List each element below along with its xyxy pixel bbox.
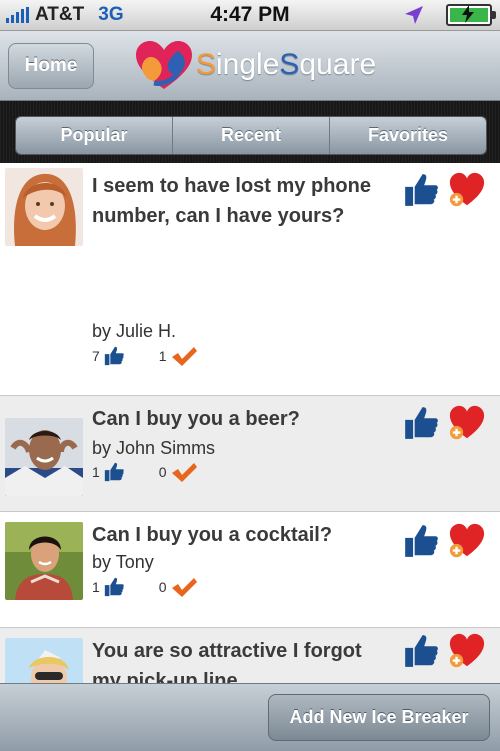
add-favorite-heart-icon[interactable] <box>448 171 486 209</box>
navigation-bar: Home SingleSquare <box>0 31 500 101</box>
tab-recent[interactable]: Recent <box>173 117 330 154</box>
avatar <box>5 522 83 600</box>
tab-popular[interactable]: Popular <box>16 117 173 154</box>
checkmark-icon <box>170 576 198 598</box>
item-title: You are so attractive I forgot my pick-u… <box>92 640 362 683</box>
thumbs-up-icon <box>103 576 125 598</box>
author-name: John Simms <box>116 438 216 458</box>
thumbs-up-button-icon[interactable] <box>402 632 440 670</box>
item-actions <box>402 171 486 209</box>
thumbs-up-button-icon[interactable] <box>402 171 440 209</box>
list-item[interactable]: Can I buy you a beer? by John Simms 1 0 <box>0 396 500 512</box>
item-actions <box>402 404 486 442</box>
singlesquare-logo: SingleSquare <box>134 39 376 91</box>
list-item[interactable]: Can I buy you a cocktail? by Tony 1 0 <box>0 512 500 628</box>
checkmark-icon <box>170 345 198 367</box>
item-stats: 1 0 <box>92 461 198 483</box>
item-title: Can I buy you a cocktail? <box>92 524 333 546</box>
tab-favorites[interactable]: Favorites <box>330 117 486 154</box>
item-stats: 7 1 <box>92 345 198 367</box>
bottom-toolbar: Add New Ice Breaker <box>0 683 500 751</box>
item-byline: by John Simms <box>92 438 216 458</box>
ice-breaker-list: I seem to have lost my phone number, can… <box>0 163 500 683</box>
item-actions <box>402 632 486 670</box>
battery-icon <box>446 4 496 26</box>
avatar <box>5 638 83 683</box>
list-item[interactable]: I seem to have lost my phone number, can… <box>0 163 500 396</box>
thumbs-up-button-icon[interactable] <box>402 404 440 442</box>
check-count: 0 <box>158 579 167 595</box>
thumbs-up-icon <box>103 345 125 367</box>
item-byline: by Julie H. <box>92 321 177 341</box>
status-right <box>404 4 496 26</box>
add-favorite-heart-icon[interactable] <box>448 632 486 670</box>
like-count: 7 <box>92 348 100 364</box>
home-button[interactable]: Home <box>8 43 94 89</box>
segmented-control: Popular Recent Favorites <box>15 116 487 155</box>
item-byline: by Tony <box>92 552 154 572</box>
location-arrow-icon <box>405 6 423 24</box>
list-item[interactable]: You are so attractive I forgot my pick-u… <box>0 628 500 683</box>
thumbs-up-icon <box>103 461 125 483</box>
like-count: 1 <box>92 464 100 480</box>
tab-strip: Popular Recent Favorites <box>0 101 500 163</box>
check-count: 0 <box>158 464 167 480</box>
item-actions <box>402 522 486 560</box>
check-count: 1 <box>158 348 167 364</box>
logo-wordmark: SingleSquare <box>196 48 377 81</box>
avatar <box>5 418 83 496</box>
author-name: Tony <box>115 552 154 572</box>
checkmark-icon <box>170 461 198 483</box>
thumbs-up-button-icon[interactable] <box>402 522 440 560</box>
item-title: I seem to have lost my phone number, can… <box>92 175 371 227</box>
add-new-ice-breaker-button[interactable]: Add New Ice Breaker <box>268 694 490 741</box>
like-count: 1 <box>92 579 100 595</box>
item-stats: 1 0 <box>92 576 198 598</box>
status-bar: AT&T 3G 4:47 PM <box>0 0 500 31</box>
add-favorite-heart-icon[interactable] <box>448 522 486 560</box>
add-favorite-heart-icon[interactable] <box>448 404 486 442</box>
author-name: Julie H. <box>116 321 177 341</box>
item-title: Can I buy you a beer? <box>92 408 300 430</box>
hearts-logo-icon <box>136 41 192 89</box>
avatar <box>5 168 83 246</box>
